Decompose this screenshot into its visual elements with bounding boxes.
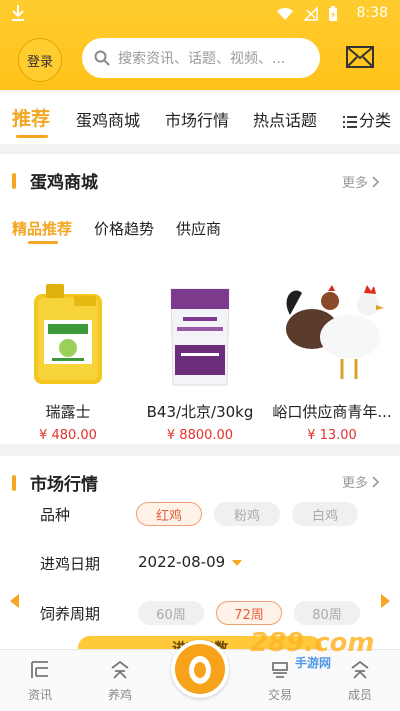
period-chip-80[interactable]: 80周 xyxy=(294,601,360,625)
search-bar[interactable]: 搜索资讯、话题、视频、... xyxy=(82,38,320,78)
breed-chip-red[interactable]: 红鸡 xyxy=(136,502,202,526)
tab-categories-label: 分类 xyxy=(359,111,392,130)
market-title: 市场行情 xyxy=(12,470,98,495)
tab-active-indicator xyxy=(16,135,48,138)
search-icon xyxy=(94,50,110,66)
battery-icon xyxy=(329,6,337,21)
subtab-active-indicator xyxy=(28,241,58,244)
tab-hot-topics[interactable]: 热点话题 xyxy=(253,107,317,131)
date-picker-value[interactable]: 2022-08-09 xyxy=(138,553,225,571)
search-placeholder: 搜索资讯、话题、视频、... xyxy=(118,51,286,67)
product-price: ¥ 13.00 xyxy=(307,428,357,443)
date-label: 进鸡日期 xyxy=(40,555,101,573)
subtab-suppliers[interactable]: 供应商 xyxy=(176,218,221,239)
breed-label: 品种 xyxy=(40,506,71,524)
product-card[interactable]: 峪口供应商青年... ¥ 13.00 xyxy=(267,262,397,443)
app-header: 8:38 登录 搜索资讯、话题、视频、... xyxy=(0,0,400,90)
mall-subtabs: 精品推荐 价格趋势 供应商 xyxy=(12,218,221,239)
status-bar: 8:38 xyxy=(0,0,400,28)
product-image-feed-bag xyxy=(135,262,265,387)
breed-chip-white[interactable]: 白鸡 xyxy=(292,502,358,526)
chevron-right-icon xyxy=(372,475,380,488)
product-price: ¥ 480.00 xyxy=(39,428,97,443)
egg-mall-title: 蛋鸡商城 xyxy=(12,168,98,193)
nav-farm[interactable]: 养鸡 xyxy=(90,658,150,703)
nav-members[interactable]: 成员 xyxy=(330,658,390,703)
tab-market[interactable]: 市场行情 xyxy=(165,107,229,131)
subtab-price-trend[interactable]: 价格趋势 xyxy=(94,218,154,239)
product-card[interactable]: B43/北京/30kg ¥ 8800.00 xyxy=(135,262,265,443)
period-label: 饲养周期 xyxy=(40,605,101,623)
egg-mall-more-link[interactable]: 更多 xyxy=(342,172,380,191)
status-time: 8:38 xyxy=(356,5,388,21)
egg-center-icon xyxy=(189,656,211,684)
main-tabs: 推荐 蛋鸡商城 市场行情 热点话题 分类 xyxy=(0,92,400,144)
wifi-icon xyxy=(277,7,293,20)
list-icon xyxy=(343,115,357,128)
product-name: 峪口供应商青年... xyxy=(272,403,392,421)
no-signal-icon xyxy=(304,7,318,21)
tab-egg-mall[interactable]: 蛋鸡商城 xyxy=(76,107,140,131)
arrow-right-icon[interactable] xyxy=(381,594,390,608)
breed-chip-pink[interactable]: 粉鸡 xyxy=(214,502,280,526)
product-price: ¥ 8800.00 xyxy=(166,428,234,443)
period-chip-72[interactable]: 72周 xyxy=(216,601,282,625)
market-more-link[interactable]: 更多 xyxy=(342,472,380,491)
mail-icon[interactable] xyxy=(346,46,374,68)
download-icon xyxy=(12,5,24,21)
center-egg-button[interactable] xyxy=(171,640,229,698)
subtab-featured[interactable]: 精品推荐 xyxy=(12,218,72,239)
tab-categories[interactable]: 分类 xyxy=(343,107,391,131)
product-image-chickens xyxy=(267,262,397,387)
nav-news[interactable]: 资讯 xyxy=(10,658,70,703)
product-name: 瑞露士 xyxy=(45,403,91,421)
member-icon xyxy=(330,658,390,682)
product-image-jerrycan xyxy=(3,262,133,387)
period-chip-60[interactable]: 60周 xyxy=(138,601,204,625)
caret-down-icon[interactable] xyxy=(232,560,242,566)
farm-icon xyxy=(90,658,150,682)
tab-recommend[interactable]: 推荐 xyxy=(12,104,50,131)
product-card[interactable]: 瑞露士 ¥ 480.00 xyxy=(3,262,133,443)
news-icon xyxy=(10,658,70,682)
watermark-logo: 289.com 手游网 xyxy=(250,628,375,670)
chevron-right-icon xyxy=(372,175,380,188)
product-name: B43/北京/30kg xyxy=(146,403,254,421)
login-button[interactable]: 登录 xyxy=(18,38,62,82)
arrow-left-icon[interactable] xyxy=(10,594,19,608)
